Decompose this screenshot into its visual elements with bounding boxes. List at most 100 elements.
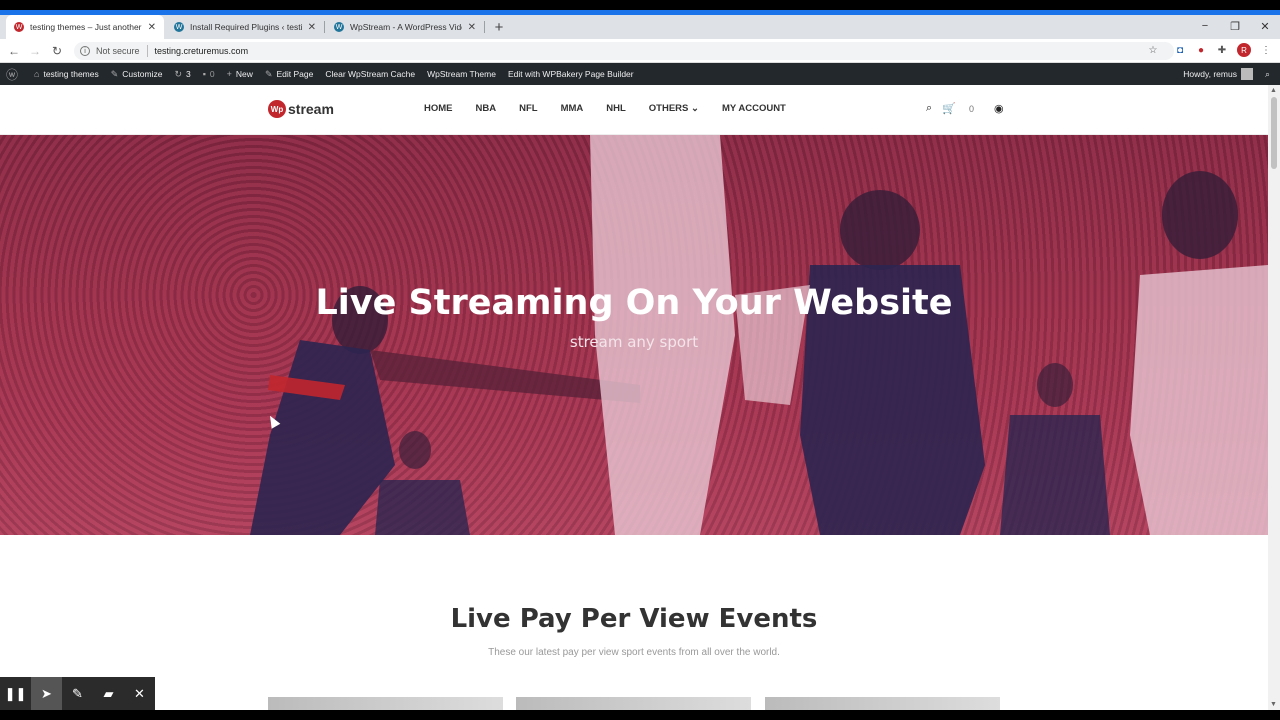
admin-account[interactable]: Howdy, remus <box>1177 68 1259 80</box>
admin-customize-label: Customize <box>122 69 163 79</box>
wp-admin-bar: ⓦ ⌂ testing themes ✎ Customize ↻ 3 ▪ 0 +… <box>0 63 1280 85</box>
wordpress-favicon-icon: W <box>174 22 184 32</box>
brush-icon: ✎ <box>110 68 119 79</box>
nav-nfl[interactable]: NFL <box>519 103 537 114</box>
admin-wpbakery[interactable]: Edit with WPBakery Page Builder <box>502 69 640 79</box>
profile-avatar-icon[interactable]: R <box>1237 43 1251 57</box>
user-avatar <box>1240 68 1253 80</box>
updates-icon: ↻ <box>174 68 182 79</box>
admin-comments[interactable]: ▪ 0 <box>197 69 221 79</box>
admin-search[interactable]: ⌕ <box>1259 69 1280 80</box>
admin-updates[interactable]: ↻ 3 <box>168 69 196 80</box>
highlighter-icon[interactable]: ▰ <box>93 677 124 710</box>
hero-banner: Live Streaming On Your Website stream an… <box>0 135 1268 535</box>
wordpress-favicon-icon: W <box>334 22 344 32</box>
close-tab-icon[interactable]: ✕ <box>468 22 476 33</box>
tab-title: WpStream - A WordPress Video <box>350 22 462 32</box>
top-letterbox <box>0 0 1280 10</box>
bookmark-star-icon[interactable]: ☆ <box>1146 43 1160 57</box>
event-card[interactable] <box>765 697 1000 710</box>
admin-site-name-label: testing themes <box>43 69 99 79</box>
new-tab-button[interactable]: + <box>492 15 506 39</box>
admin-theme[interactable]: WpStream Theme <box>421 69 502 79</box>
admin-clear-cache-label: Clear WpStream Cache <box>325 69 416 79</box>
tab-separator <box>324 21 325 33</box>
pause-icon[interactable]: ❚❚ <box>0 677 31 710</box>
scrollbar-thumb[interactable] <box>1271 97 1277 169</box>
back-button[interactable]: ← <box>6 43 22 59</box>
cart-count: 0 <box>968 104 974 114</box>
admin-wpbakery-label: Edit with WPBakery Page Builder <box>507 69 634 79</box>
tab-testing-themes[interactable]: W testing themes – Just another W ✕ <box>6 15 164 39</box>
wordpress-logo-icon: ⓦ <box>6 67 19 82</box>
address-toolbar: ← → ↻ i Not secure testing.creturemus.co… <box>0 39 1280 63</box>
admin-new-label: New <box>235 69 253 79</box>
admin-new[interactable]: + New <box>221 69 259 79</box>
tab-wpstream[interactable]: W WpStream - A WordPress Video ✕ <box>326 15 484 39</box>
main-navigation: HOME NBA NFL MMA NHL OTHERS ⌄ MY ACCOUNT <box>424 103 809 114</box>
admin-clear-cache[interactable]: Clear WpStream Cache <box>319 69 421 79</box>
hero-subtitle: stream any sport <box>569 333 699 351</box>
home-icon: ⌂ <box>34 69 40 79</box>
admin-edit-page[interactable]: ✎ Edit Page <box>259 69 319 80</box>
forward-button[interactable]: → <box>27 43 43 59</box>
extension-record-icon[interactable]: ● <box>1194 43 1208 57</box>
event-card[interactable] <box>516 697 751 710</box>
admin-customize[interactable]: ✎ Customize <box>105 69 169 80</box>
extensions-puzzle-icon[interactable]: ✚ <box>1215 43 1229 57</box>
site-header: Wp stream HOME NBA NFL MMA NHL OTHERS ⌄ … <box>0 85 1268 135</box>
nav-others-label: OTHERS <box>648 103 689 114</box>
pencil-icon: ✎ <box>264 68 273 79</box>
tab-strip: W testing themes – Just another W ✕ W In… <box>0 15 1280 39</box>
admin-updates-count: 3 <box>185 69 191 79</box>
plus-icon: + <box>226 69 232 79</box>
annotation-toolbar: ❚❚ ➤ ✎ ▰ ✕ <box>0 677 155 710</box>
security-label: Not secure <box>96 46 140 56</box>
kebab-menu-icon[interactable]: ⋮ <box>1259 43 1273 57</box>
hero-title: Live Streaming On Your Website <box>315 283 953 323</box>
close-icon[interactable]: ✕ <box>124 677 155 710</box>
comment-icon: ▪ <box>202 69 206 79</box>
nav-nba[interactable]: NBA <box>476 103 497 114</box>
event-card[interactable] <box>268 697 503 710</box>
tab-install-plugins[interactable]: W Install Required Plugins ‹ testing ✕ <box>166 15 324 39</box>
site-logo[interactable]: Wp stream <box>268 100 334 118</box>
extension-shield-icon[interactable]: ◘ <box>1173 43 1187 57</box>
url-text[interactable]: testing.creturemus.com <box>155 46 249 56</box>
close-tab-icon[interactable]: ✕ <box>308 22 316 33</box>
nav-others[interactable]: OTHERS ⌄ <box>649 103 699 114</box>
admin-comments-count: 0 <box>209 69 215 79</box>
user-account-icon[interactable]: ◉ <box>994 102 1004 115</box>
tab-title: Install Required Plugins ‹ testing <box>190 22 302 32</box>
admin-theme-label: WpStream Theme <box>427 69 496 79</box>
tab-title: testing themes – Just another W <box>30 22 142 32</box>
nav-nhl[interactable]: NHL <box>606 103 626 114</box>
scroll-down-icon[interactable]: ▼ <box>1270 701 1277 708</box>
page-scrollbar[interactable]: ▲ ▼ <box>1268 85 1280 710</box>
omnibox[interactable]: i Not secure testing.creturemus.com <box>74 42 1174 60</box>
minimize-button[interactable]: − <box>1190 15 1220 37</box>
wp-logo-menu[interactable]: ⓦ <box>0 66 28 83</box>
search-icon[interactable]: ⌕ <box>926 102 932 115</box>
reload-button[interactable]: ↻ <box>49 43 65 59</box>
info-icon[interactable]: i <box>80 46 90 56</box>
tab-separator <box>484 21 485 33</box>
cart-button[interactable]: 🛒 0 <box>942 102 984 115</box>
admin-site-name[interactable]: ⌂ testing themes <box>28 69 105 79</box>
close-tab-icon[interactable]: ✕ <box>148 22 156 33</box>
pointer-icon[interactable]: ➤ <box>31 677 62 710</box>
cart-icon: 🛒 <box>942 103 956 115</box>
nav-mma[interactable]: MMA <box>561 103 584 114</box>
scroll-up-icon[interactable]: ▲ <box>1270 87 1277 94</box>
nav-my-account[interactable]: MY ACCOUNT <box>722 103 786 114</box>
bottom-letterbox <box>0 710 1280 720</box>
wpstream-logo-icon: Wp <box>268 100 286 118</box>
section-subtitle: These our latest pay per view sport even… <box>488 647 780 658</box>
close-window-button[interactable]: ✕ <box>1250 15 1280 37</box>
maximize-button[interactable]: ❐ <box>1220 15 1250 37</box>
nav-home[interactable]: HOME <box>424 103 453 114</box>
search-icon: ⌕ <box>1264 68 1270 79</box>
wpstream-favicon-icon: W <box>14 22 24 32</box>
omnibox-separator <box>146 45 148 57</box>
pen-icon[interactable]: ✎ <box>62 677 93 710</box>
